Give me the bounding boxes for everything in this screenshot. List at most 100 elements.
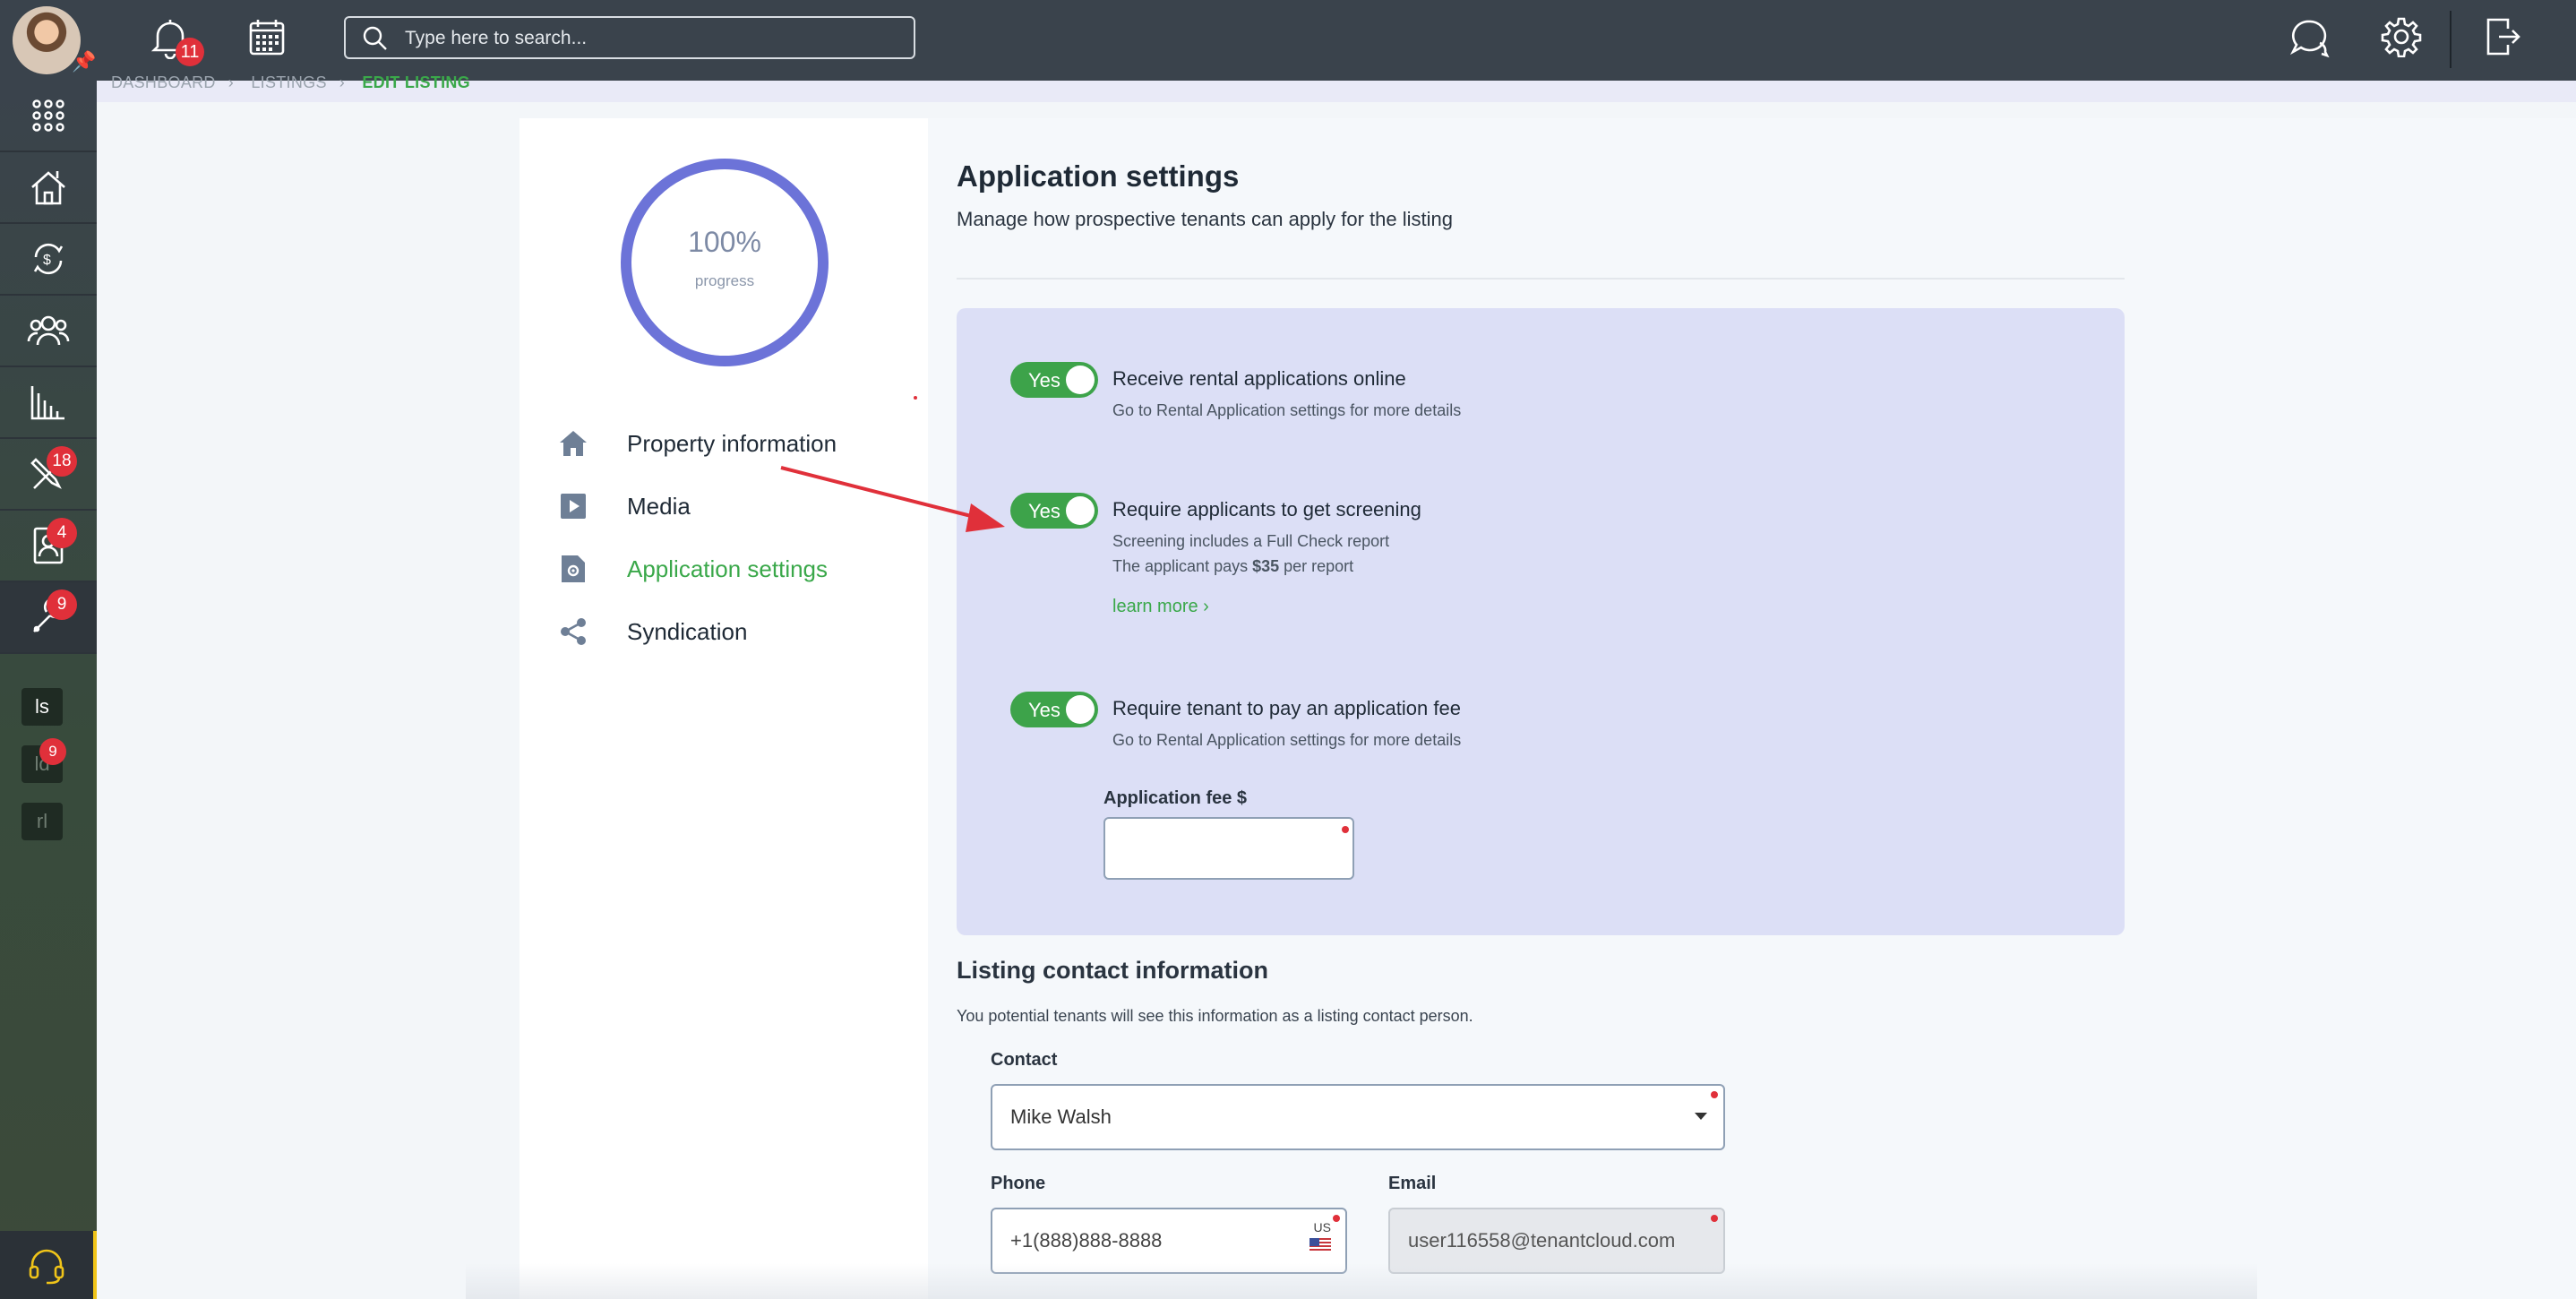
- settings-button[interactable]: [2381, 16, 2422, 62]
- application-fee-input[interactable]: [1103, 817, 1354, 880]
- chat-icon: [2289, 20, 2330, 58]
- breadcrumb-edit-listing: EDIT LISTING: [362, 73, 470, 91]
- search-input[interactable]: [403, 23, 890, 54]
- application-options-panel: Yes Receive rental applications online G…: [957, 308, 2125, 935]
- toggle-application-fee[interactable]: Yes: [1010, 692, 1098, 727]
- gear-icon: [2381, 17, 2422, 58]
- tools-badge: 9: [47, 589, 77, 620]
- toggle-knob: [1066, 496, 1095, 525]
- nav-label: Syndication: [627, 617, 748, 645]
- email-label: Email: [1388, 1174, 1437, 1193]
- money-cycle-icon: $: [33, 243, 64, 275]
- breadcrumb-listings[interactable]: LISTINGS: [251, 73, 326, 91]
- topbar-divider: [2450, 11, 2451, 68]
- search-icon: [363, 26, 387, 50]
- search-box: [344, 16, 915, 59]
- required-indicator: [1711, 1091, 1718, 1098]
- calendar-button[interactable]: [247, 18, 287, 62]
- sidebar-item-reports[interactable]: [0, 367, 97, 439]
- breadcrumb-dashboard[interactable]: DASHBOARD: [111, 73, 216, 91]
- left-sidebar: $ 18 4 9 ls ld 9 rl: [0, 81, 97, 1299]
- breadcrumb: DASHBOARD › LISTINGS › EDIT LISTING: [111, 73, 483, 92]
- top-bar: 📌 11: [0, 0, 2576, 81]
- nav-application-settings[interactable]: Application settings: [557, 546, 828, 591]
- toggle-knob: [1066, 695, 1095, 724]
- contact-label: Contact: [991, 1050, 1058, 1070]
- apps-grid-icon: [32, 99, 64, 132]
- house-icon: [31, 171, 65, 205]
- nav-property-information[interactable]: Property information: [557, 421, 837, 466]
- nav-label: Media: [627, 492, 691, 520]
- contacts-badge: 4: [47, 518, 77, 548]
- mini-item-ls[interactable]: ls: [21, 688, 63, 726]
- price-text-pre: The applicant pays: [1112, 557, 1253, 575]
- play-icon: [557, 490, 589, 522]
- logout-icon: [2486, 18, 2520, 56]
- main-content: Application settings Manage how prospect…: [928, 118, 2576, 1299]
- settings-doc-icon: [557, 553, 589, 585]
- chat-button[interactable]: [2288, 16, 2331, 64]
- us-flag-icon[interactable]: [1309, 1238, 1331, 1252]
- toggle-receive-online[interactable]: Yes: [1010, 362, 1098, 398]
- progress-value: 100%: [688, 226, 761, 258]
- maintenance-badge: 18: [47, 446, 77, 477]
- page-subtitle: Manage how prospective tenants can apply…: [957, 208, 1453, 230]
- bar-chart-icon: [30, 386, 64, 420]
- annotation-arrow: [780, 466, 1005, 532]
- phone-value: +1(888)888-8888: [1010, 1229, 1163, 1252]
- mini-ld-badge: 9: [39, 738, 66, 765]
- required-indicator: [1711, 1215, 1718, 1222]
- toggle-require-screening[interactable]: Yes: [1010, 493, 1098, 529]
- breadcrumb-separator: ›: [228, 73, 235, 91]
- email-value: user116558@tenantcloud.com: [1408, 1229, 1676, 1252]
- nav-syndication[interactable]: Syndication: [557, 609, 747, 654]
- svg-text:$: $: [43, 253, 51, 268]
- share-icon: [557, 615, 589, 648]
- sidebar-item-apps[interactable]: [0, 81, 97, 152]
- screening-price-note: The applicant pays $35 per report: [1112, 557, 1353, 576]
- contact-section-subtitle: You potential tenants will see this info…: [957, 1007, 1473, 1025]
- nav-label: Application settings: [627, 555, 829, 582]
- option-title: Require applicants to get screening: [1112, 498, 1421, 520]
- calendar-icon: [249, 20, 285, 56]
- user-avatar[interactable]: [13, 6, 81, 74]
- nav-label: Property information: [627, 429, 837, 457]
- country-code[interactable]: US: [1314, 1220, 1331, 1234]
- contact-value: Mike Walsh: [1010, 1105, 1112, 1128]
- contact-section-title: Listing contact information: [957, 957, 1268, 984]
- option-note: Go to Rental Application settings for mo…: [1112, 401, 1462, 419]
- toggle-label: Yes: [1028, 369, 1060, 391]
- price-text-post: per report: [1279, 557, 1354, 575]
- required-indicator: [1333, 1215, 1340, 1222]
- option-title: Require tenant to pay an application fee: [1112, 697, 1461, 719]
- toggle-label: Yes: [1028, 500, 1060, 522]
- listing-steps-panel: 100% progress Property information Media…: [519, 118, 928, 1299]
- progress-label: progress: [694, 272, 755, 289]
- sidebar-item-accounting[interactable]: $: [0, 224, 97, 296]
- sidebar-item-maintenance[interactable]: 18: [0, 439, 97, 511]
- notifications-button[interactable]: 11: [150, 16, 204, 66]
- toggle-label: Yes: [1028, 699, 1060, 721]
- learn-more-link[interactable]: learn more ›: [1112, 597, 1209, 617]
- caret-down-icon: [1695, 1113, 1707, 1120]
- required-indicator: [1342, 826, 1349, 833]
- breadcrumb-separator: ›: [339, 73, 346, 91]
- mini-item-rl[interactable]: rl: [21, 803, 63, 840]
- sidebar-item-properties[interactable]: [0, 152, 97, 224]
- nav-media[interactable]: Media: [557, 484, 691, 529]
- people-icon: [27, 315, 70, 346]
- sidebar-item-tools[interactable]: 9: [0, 582, 97, 654]
- support-button[interactable]: [0, 1231, 97, 1299]
- screening-price: $35: [1252, 557, 1280, 575]
- contact-select[interactable]: Mike Walsh: [991, 1084, 1725, 1150]
- sidebar-item-people[interactable]: [0, 296, 97, 367]
- notifications-badge: 11: [176, 38, 204, 66]
- house-icon: [557, 427, 589, 460]
- option-note: Screening includes a Full Check report: [1112, 532, 1390, 550]
- logout-button[interactable]: [2485, 16, 2520, 62]
- progress-ring: [621, 159, 829, 366]
- section-divider: [957, 278, 2125, 280]
- toggle-knob: [1066, 366, 1095, 394]
- sidebar-item-contacts[interactable]: 4: [0, 511, 97, 582]
- page-title: Application settings: [957, 159, 1240, 193]
